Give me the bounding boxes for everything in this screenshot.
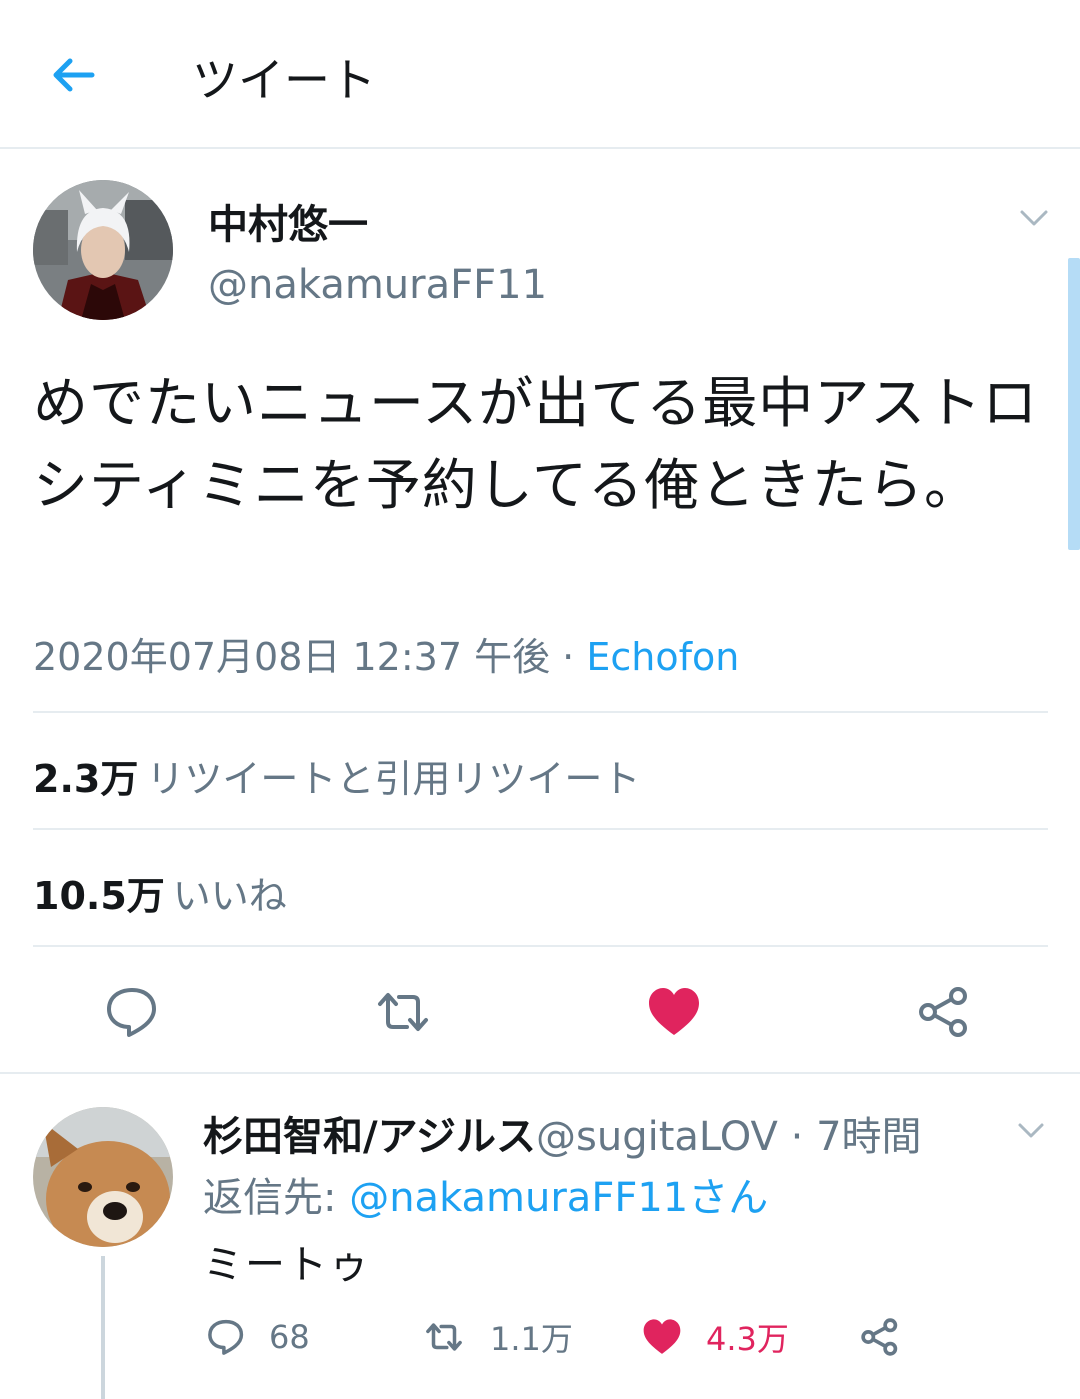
reply-share-button[interactable] bbox=[858, 1312, 924, 1362]
retweet-icon bbox=[426, 1323, 462, 1351]
avatar-image bbox=[33, 180, 173, 320]
avatar[interactable] bbox=[33, 180, 173, 320]
reply-handle[interactable]: @sugitaLOV bbox=[536, 1114, 778, 1160]
likes-label: いいね bbox=[172, 874, 287, 918]
divider bbox=[33, 945, 1048, 947]
reply-display-name[interactable]: 杉田智和/アジルス bbox=[203, 1114, 536, 1160]
back-arrow-icon[interactable] bbox=[48, 50, 98, 100]
reply-icon[interactable] bbox=[102, 982, 162, 1042]
share-icon[interactable] bbox=[914, 982, 974, 1042]
likes-count: 10.5万 bbox=[33, 874, 165, 918]
reply-to-label: 返信先: bbox=[203, 1175, 350, 1221]
divider bbox=[33, 828, 1048, 830]
reply-reply-button[interactable]: 68 bbox=[205, 1312, 310, 1362]
reply-header: 杉田智和/アジルス@sugitaLOV · 7時間 bbox=[203, 1104, 922, 1162]
tweet-source-link[interactable]: Echofon bbox=[586, 635, 739, 679]
like-heart-icon[interactable] bbox=[644, 982, 704, 1042]
retweets-label: リツイートと引用リツイート bbox=[146, 757, 641, 801]
chevron-down-icon[interactable] bbox=[1012, 200, 1056, 236]
section-divider bbox=[0, 1072, 1080, 1074]
reply-icon bbox=[208, 1319, 244, 1355]
reply-like-count: 4.3万 bbox=[706, 1320, 789, 1358]
reply-to-line: 返信先: @nakamuraFF11さん bbox=[203, 1165, 768, 1223]
page-title: ツイート bbox=[192, 53, 376, 107]
tweet-meta: 2020年07月08日 12:37 午後 · Echofon bbox=[33, 626, 739, 681]
user-handle[interactable]: @nakamuraFF11 bbox=[208, 262, 547, 308]
tweet-text: めでたいニュースが出てる最中アストロシティミニを予約してる俺ときたら。 bbox=[33, 371, 1039, 517]
reply-avatar-image bbox=[33, 1107, 173, 1247]
likes-stat[interactable]: 10.5万 いいね bbox=[33, 865, 287, 920]
reply-time: · 7時間 bbox=[777, 1114, 922, 1160]
share-icon bbox=[861, 1318, 898, 1356]
reply-avatar[interactable] bbox=[33, 1107, 173, 1247]
retweet-icon[interactable] bbox=[373, 982, 433, 1042]
reply-to-user-link[interactable]: @nakamuraFF11さん bbox=[349, 1175, 768, 1221]
thread-line bbox=[101, 1256, 105, 1399]
chevron-down-icon[interactable] bbox=[1010, 1114, 1052, 1148]
reply-count: 68 bbox=[269, 1318, 310, 1356]
reply-like-button[interactable]: 4.3万 bbox=[640, 1312, 789, 1362]
top-bar bbox=[0, 0, 1080, 149]
scrollbar-thumb[interactable] bbox=[1068, 258, 1080, 550]
divider bbox=[33, 711, 1048, 713]
meta-separator: · bbox=[550, 635, 587, 679]
display-name[interactable]: 中村悠一 bbox=[208, 192, 368, 250]
tweet-timestamp[interactable]: 2020年07月08日 12:37 午後 bbox=[33, 635, 550, 679]
reply-retweet-count: 1.1万 bbox=[490, 1320, 573, 1358]
reply-text: ミートゥ bbox=[203, 1242, 371, 1288]
retweets-stat[interactable]: 2.3万 リツイートと引用リツイート bbox=[33, 748, 640, 803]
heart-icon bbox=[643, 1319, 681, 1354]
retweets-count: 2.3万 bbox=[33, 757, 139, 801]
reply-retweet-button[interactable]: 1.1万 bbox=[420, 1312, 573, 1362]
